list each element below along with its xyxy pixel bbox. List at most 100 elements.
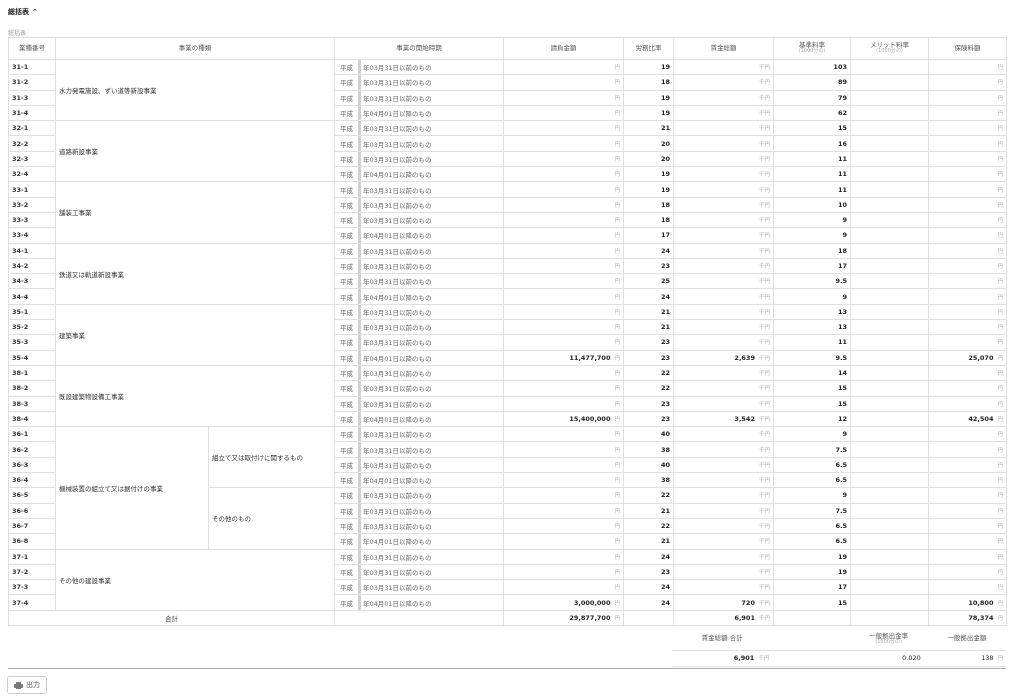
summary-general-rate: 0.020 bbox=[849, 650, 928, 667]
total-label: 合計 bbox=[8, 609, 335, 626]
era-label: 平成 bbox=[340, 217, 353, 226]
row-contract-amount: 円 bbox=[503, 135, 624, 152]
summary-general-amount-label: 一般拠出金額 bbox=[927, 628, 1006, 651]
row-wage-total: 千円 bbox=[673, 120, 774, 137]
period-text: 年04月01日以降のもの bbox=[363, 415, 432, 424]
era-label: 平成 bbox=[340, 232, 353, 241]
era-label: 平成 bbox=[340, 79, 353, 88]
row-labor-ratio: 24 bbox=[623, 579, 674, 596]
row-labor-ratio: 19 bbox=[623, 58, 674, 76]
row-basic-rate: 103 bbox=[773, 58, 851, 76]
period-text: 年03月31日以前のもの bbox=[363, 140, 432, 149]
row-wage-total: 千円 bbox=[673, 181, 774, 198]
row-merit-rate bbox=[850, 288, 929, 305]
row-period: 平成 年03月31日以前のもの bbox=[334, 380, 504, 397]
row-insurance-fee: 円 bbox=[928, 273, 1007, 290]
row-contract-amount: 円 bbox=[503, 380, 624, 397]
row-code: 36-1 bbox=[8, 426, 56, 443]
row-wage-total: 千円 bbox=[673, 426, 774, 443]
row-labor-ratio: 23 bbox=[623, 395, 674, 412]
row-labor-ratio: 19 bbox=[623, 181, 674, 198]
header-labor-ratio: 労務比率 bbox=[623, 37, 674, 60]
row-basic-rate: 17 bbox=[773, 579, 851, 596]
row-contract-amount: 円 bbox=[503, 150, 624, 168]
row-insurance-fee: 円 bbox=[928, 303, 1007, 321]
row-labor-ratio: 24 bbox=[623, 242, 674, 259]
era-label: 平成 bbox=[340, 538, 353, 547]
row-labor-ratio: 22 bbox=[623, 487, 674, 504]
row-code: 37-1 bbox=[8, 548, 56, 565]
row-labor-ratio: 19 bbox=[623, 89, 674, 106]
row-contract-amount: 円 bbox=[503, 533, 624, 550]
row-code: 32-3 bbox=[8, 150, 56, 168]
row-code: 33-4 bbox=[8, 227, 56, 244]
row-basic-rate: 7.5 bbox=[773, 441, 851, 458]
row-code: 33-2 bbox=[8, 196, 56, 213]
row-code: 31-4 bbox=[8, 104, 56, 122]
table-row: 35-1 建築事業 平成 年03月31日以前のもの円 21 千円 13 円 bbox=[8, 303, 1007, 366]
row-basic-rate: 14 bbox=[773, 364, 851, 382]
row-basic-rate: 11 bbox=[773, 334, 851, 351]
row-period: 平成 年04月01日以降のもの bbox=[334, 166, 504, 183]
era-label: 平成 bbox=[340, 431, 353, 440]
row-wage-total: 2,639 千円 bbox=[673, 349, 774, 366]
row-insurance-fee: 円 bbox=[928, 548, 1007, 565]
row-basic-rate: 11 bbox=[773, 150, 851, 168]
row-wage-total: 千円 bbox=[673, 74, 774, 91]
row-insurance-fee: 円 bbox=[928, 196, 1007, 213]
row-basic-rate: 9.5 bbox=[773, 349, 851, 366]
print-button[interactable]: 出力 bbox=[7, 676, 47, 694]
period-text: 年03月31日以前のもの bbox=[363, 568, 432, 577]
row-merit-rate bbox=[850, 502, 929, 519]
period-text: 年03月31日以前のもの bbox=[363, 400, 432, 409]
row-code: 37-4 bbox=[8, 594, 56, 611]
row-wage-total: 千円 bbox=[673, 456, 774, 474]
row-basic-rate: 13 bbox=[773, 319, 851, 336]
header-contract-amount: 請負金額 bbox=[503, 37, 624, 60]
period-text: 年04月01日以降のもの bbox=[363, 110, 432, 119]
row-insurance-fee: 円 bbox=[928, 456, 1007, 474]
header-basic-rate: 基準料率 (1000分の) bbox=[773, 37, 851, 60]
row-insurance-fee: 円 bbox=[928, 211, 1007, 229]
row-basic-rate: 6.5 bbox=[773, 533, 851, 550]
chevron-up-icon[interactable]: ⌃ bbox=[32, 8, 38, 16]
row-period: 平成 年04月01日以降のもの bbox=[334, 410, 504, 428]
row-wage-total: 千円 bbox=[673, 135, 774, 152]
row-basic-rate: 18 bbox=[773, 242, 851, 259]
row-insurance-fee: 円 bbox=[928, 150, 1007, 168]
row-insurance-fee: 円 bbox=[928, 242, 1007, 259]
era-label: 平成 bbox=[340, 308, 353, 317]
row-basic-rate: 9.5 bbox=[773, 273, 851, 290]
row-contract-amount: 円 bbox=[503, 579, 624, 596]
period-text: 年03月31日以前のもの bbox=[363, 584, 432, 593]
row-insurance-fee: 円 bbox=[928, 288, 1007, 305]
era-label: 平成 bbox=[340, 492, 353, 501]
row-contract-amount: 円 bbox=[503, 74, 624, 91]
row-basic-rate: 9 bbox=[773, 211, 851, 229]
row-code: 35-4 bbox=[8, 349, 56, 366]
row-wage-total: 千円 bbox=[673, 548, 774, 565]
row-labor-ratio: 21 bbox=[623, 502, 674, 519]
row-period: 平成 年03月31日以前のもの bbox=[334, 211, 504, 229]
business-subtype-name: その他のもの bbox=[208, 487, 335, 550]
row-wage-total: 千円 bbox=[673, 319, 774, 336]
period-text: 年04月01日以降のもの bbox=[363, 354, 432, 363]
period-text: 年03月31日以前のもの bbox=[363, 461, 432, 470]
header-merit-rate: メリット料率 (1000分の) bbox=[850, 37, 929, 60]
row-insurance-fee: 円 bbox=[928, 120, 1007, 137]
row-period: 平成 年04月01日以降のもの bbox=[334, 472, 504, 489]
row-code: 35-1 bbox=[8, 303, 56, 321]
row-period: 平成 年03月31日以前のもの bbox=[334, 181, 504, 198]
section-header[interactable]: 総括表 ⌃ bbox=[8, 5, 38, 19]
period-text: 年03月31日以前のもの bbox=[363, 308, 432, 317]
row-insurance-fee: 円 bbox=[928, 334, 1007, 351]
period-text: 年03月31日以前のもの bbox=[363, 186, 432, 195]
row-code: 32-4 bbox=[8, 166, 56, 183]
row-basic-rate: 9 bbox=[773, 487, 851, 504]
row-insurance-fee: 10,800 円 bbox=[928, 594, 1007, 611]
row-basic-rate: 62 bbox=[773, 104, 851, 122]
total-row: 合計 29,877,700 円 6,901 千円 78,374 円 bbox=[8, 609, 1007, 626]
row-labor-ratio: 21 bbox=[623, 533, 674, 550]
era-label: 平成 bbox=[340, 186, 353, 195]
row-basic-rate: 79 bbox=[773, 89, 851, 106]
